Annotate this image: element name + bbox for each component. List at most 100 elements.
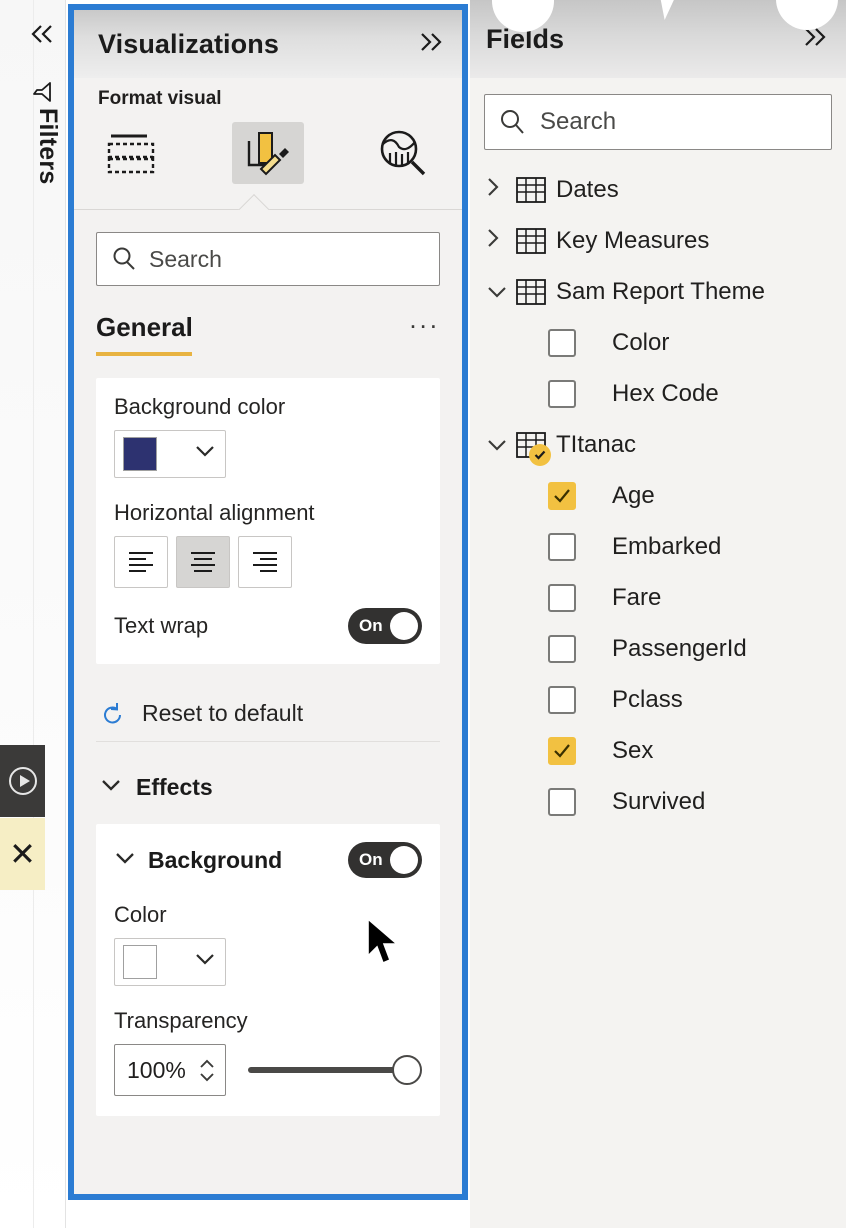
text-wrap-row: Text wrap On <box>114 608 422 644</box>
filter-funnel-icon[interactable] <box>28 78 56 106</box>
selected-tab-caret <box>237 193 271 210</box>
format-search-input[interactable]: Search <box>96 232 440 286</box>
fields-field-row[interactable]: Pclass <box>470 674 846 725</box>
close-button[interactable]: ✕ <box>0 818 45 890</box>
chevron-up-icon <box>200 1059 214 1068</box>
checkmark-icon <box>554 488 570 503</box>
tab-build-visual[interactable] <box>96 122 168 184</box>
fields-pane: Fields Search Dates Key Measures Sam Rep… <box>470 0 846 1228</box>
search-icon <box>501 109 524 134</box>
table-icon <box>516 431 551 466</box>
fields-table-node[interactable]: Sam Report Theme <box>470 266 846 317</box>
field-checkbox[interactable] <box>548 787 576 816</box>
powerbi-pane-screenshot: Filters ✕ Visualizations Format visual S… <box>0 0 846 1228</box>
fields-field-row[interactable]: Embarked <box>470 521 846 572</box>
background-toggle-state: On <box>359 850 383 869</box>
effects-color-picker[interactable] <box>114 938 226 986</box>
effects-color-label: Color <box>114 902 167 927</box>
align-left-button[interactable] <box>114 536 168 588</box>
align-right-button[interactable] <box>238 536 292 588</box>
tab-strip-underline <box>74 196 462 210</box>
slider-thumb[interactable] <box>392 1055 422 1085</box>
fields-table-label: TItanac <box>556 430 637 458</box>
transparency-slider[interactable] <box>248 1055 422 1085</box>
effects-group-header[interactable]: Effects <box>96 764 440 810</box>
visualizations-header: Visualizations <box>74 10 462 78</box>
text-wrap-toggle-state: On <box>359 616 383 635</box>
tab-format-visual[interactable] <box>232 122 304 184</box>
fields-field-row[interactable]: Age <box>470 470 846 521</box>
fields-table-label: Key Measures <box>556 226 710 254</box>
fields-field-row[interactable]: Color <box>470 317 846 368</box>
table-icon <box>516 278 546 305</box>
table-selected-badge <box>529 443 551 466</box>
magnifier-chart-icon <box>380 130 426 176</box>
fields-field-row[interactable]: PassengerId <box>470 623 846 674</box>
fields-table-node[interactable]: Key Measures <box>470 215 846 266</box>
fields-field-row[interactable]: Sex <box>470 725 846 776</box>
background-color-swatch <box>123 437 157 471</box>
chevron-down-icon <box>100 775 122 799</box>
play-button[interactable] <box>0 745 45 817</box>
checkmark-icon <box>554 743 570 758</box>
chevron-down-icon <box>193 443 217 465</box>
fields-table-label: Dates <box>556 175 619 203</box>
background-subsection-header: Background On <box>114 840 422 880</box>
reset-arrow-icon <box>104 702 121 723</box>
background-toggle[interactable]: On <box>348 842 422 878</box>
play-circle-icon <box>8 767 37 795</box>
fields-field-row[interactable]: Fare <box>470 572 846 623</box>
field-checkbox[interactable] <box>548 481 576 510</box>
effects-group-title: Effects <box>136 773 213 800</box>
field-checkbox[interactable] <box>548 736 576 765</box>
align-center-icon <box>191 551 215 573</box>
field-checkbox[interactable] <box>548 532 576 561</box>
field-checkbox[interactable] <box>548 328 576 357</box>
section-more-options-button[interactable]: ... <box>409 306 440 331</box>
reset-to-default-button[interactable]: Reset to default <box>96 686 440 742</box>
field-label: Embarked <box>612 532 722 560</box>
field-label: Hex Code <box>612 379 719 407</box>
field-label: Survived <box>612 787 706 815</box>
chevron-down-icon[interactable] <box>114 849 136 872</box>
chevron-double-right-icon <box>421 32 442 51</box>
field-label: Pclass <box>612 685 683 713</box>
chevron-down-icon <box>486 432 512 458</box>
fields-table-label: Sam Report Theme <box>556 277 765 305</box>
transparency-stepper[interactable]: 100% <box>114 1044 226 1096</box>
general-section-accent <box>96 352 192 356</box>
text-wrap-label: Text wrap <box>114 613 209 638</box>
chevron-double-left-icon <box>31 25 52 43</box>
fields-search-input[interactable]: Search <box>484 94 832 150</box>
slider-track <box>248 1067 406 1073</box>
horizontal-alignment-group <box>114 536 422 588</box>
field-checkbox[interactable] <box>548 685 576 714</box>
expand-visualizations-icon[interactable] <box>418 31 444 58</box>
fields-field-row[interactable]: Hex Code <box>470 368 846 419</box>
fields-search-placeholder: Search <box>540 108 617 135</box>
stepper-arrows[interactable] <box>197 1057 217 1083</box>
fields-field-row[interactable]: Survived <box>470 776 846 827</box>
horizontal-alignment-label: Horizontal alignment <box>114 500 315 525</box>
text-wrap-toggle[interactable]: On <box>348 608 422 644</box>
align-center-button[interactable] <box>176 536 230 588</box>
fields-tree: Dates Key Measures Sam Report Theme Color… <box>470 150 846 827</box>
reset-to-default-label: Reset to default <box>142 700 304 726</box>
effects-color-swatch <box>123 945 157 979</box>
chevron-down-icon <box>486 279 512 305</box>
fields-table-node[interactable]: TItanac <box>470 419 846 470</box>
visualizations-pane: Visualizations Format visual Search Gene… <box>68 4 468 1200</box>
transparency-label: Transparency <box>114 1008 248 1033</box>
chevron-right-icon <box>486 227 512 255</box>
tab-analytics[interactable] <box>368 122 440 184</box>
background-color-picker[interactable] <box>114 430 226 478</box>
close-x-icon: ✕ <box>9 836 36 872</box>
chevron-right-icon <box>486 176 512 204</box>
fields-table-node[interactable]: Dates <box>470 164 846 215</box>
collapse-pane-icon[interactable] <box>26 18 58 50</box>
field-label: Sex <box>612 736 654 764</box>
field-checkbox[interactable] <box>548 583 576 612</box>
field-checkbox[interactable] <box>548 634 576 663</box>
filters-pane-label: Filters <box>34 108 62 185</box>
field-checkbox[interactable] <box>548 379 576 408</box>
